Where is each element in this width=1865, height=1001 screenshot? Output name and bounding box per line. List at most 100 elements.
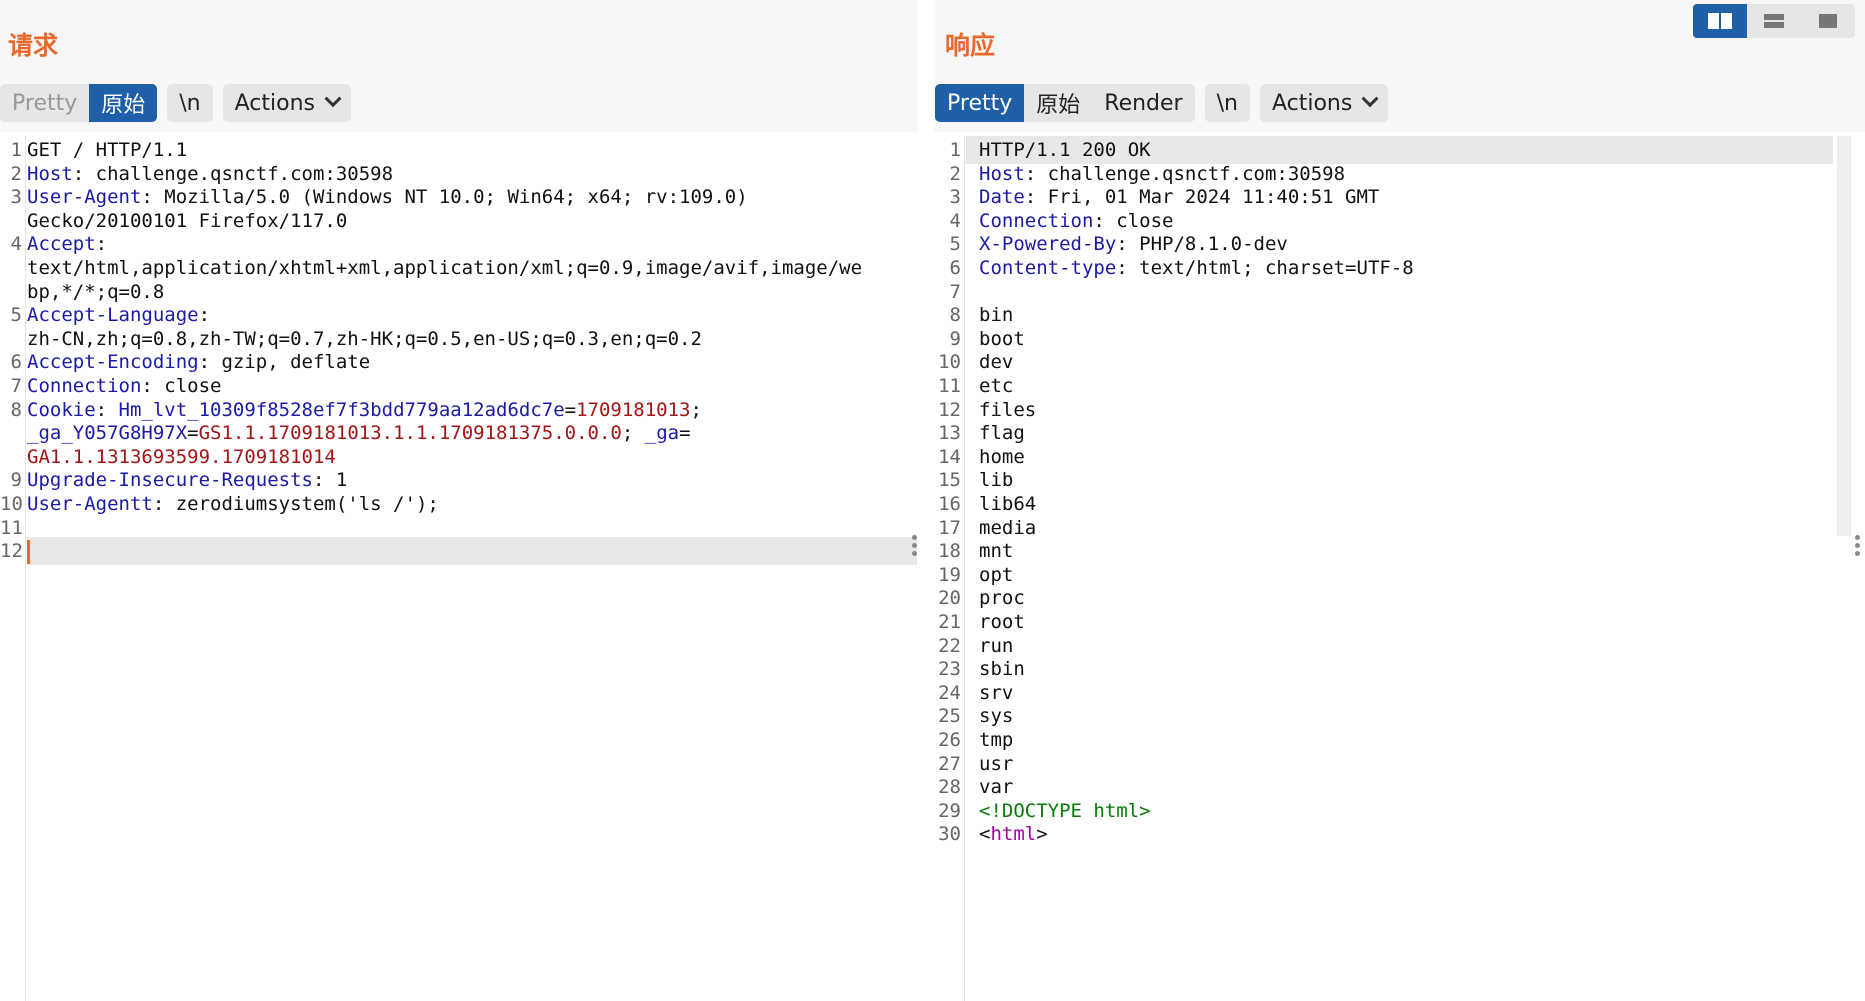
code-token: : gzip, deflate xyxy=(198,351,371,373)
split-vertical-icon xyxy=(1764,14,1784,28)
code-token: HTTP/1.1 200 OK xyxy=(979,139,1151,161)
code-token: flag xyxy=(979,422,1025,444)
code-token: ; xyxy=(621,422,645,444)
code-token: lib64 xyxy=(979,493,1037,515)
code-token: mnt xyxy=(979,540,1014,562)
code-token: : Mozilla/5.0 (Windows NT 10.0; Win64; x… xyxy=(141,186,748,208)
header-name: Accept-Encoding xyxy=(27,351,199,373)
response-actions-dropdown[interactable]: Actions xyxy=(1259,84,1389,122)
line-number: 30 xyxy=(938,823,961,845)
code-token: : challenge.qsnctf.com:30598 xyxy=(72,163,394,185)
response-newline-label: \n xyxy=(1216,90,1238,116)
response-resize-handle[interactable] xyxy=(1855,532,1861,559)
layout-split-vertical-button[interactable] xyxy=(1747,4,1801,38)
request-tab-raw[interactable]: 原始 xyxy=(89,84,158,122)
request-actions-label: Actions xyxy=(234,90,315,116)
code-token: Gecko/20100101 Firefox/117.0 xyxy=(27,210,348,232)
code-token: html xyxy=(990,823,1037,845)
code-token: usr xyxy=(979,753,1014,775)
text-cursor xyxy=(27,539,30,564)
response-scrollbar[interactable] xyxy=(1837,136,1851,536)
code-token: = xyxy=(679,422,691,444)
request-editor[interactable]: GET / HTTP/1.1 1 Host: challenge.qsnctf.co… xyxy=(0,136,917,1001)
code-token: text/html,application/xhtml+xml,applicat… xyxy=(27,257,863,279)
header-name: _ga xyxy=(644,422,680,444)
code-token: proc xyxy=(979,587,1025,609)
response-actions-label: Actions xyxy=(1271,90,1353,116)
code-token: lib xyxy=(979,469,1014,491)
request-actions-dropdown[interactable]: Actions xyxy=(222,84,351,122)
code-token: dev xyxy=(979,351,1014,373)
code-line: <html> xyxy=(966,820,1833,848)
code-token: zh-CN,zh;q=0.8,zh-TW;q=0.7,zh-HK;q=0.5,e… xyxy=(27,328,702,350)
code-token: bin xyxy=(979,304,1014,326)
response-newline-toggle[interactable]: \n xyxy=(1204,84,1250,122)
code-token: ; xyxy=(690,399,702,421)
header-name: Host xyxy=(979,163,1025,185)
response-editor[interactable]: HTTP/1.1 200 OK 1 Host: challenge.qsnctf.c… xyxy=(934,136,1833,1001)
response-tab-raw[interactable]: 原始 xyxy=(1024,84,1092,122)
code-token: : 1 xyxy=(312,469,348,491)
code-token: : close xyxy=(1093,210,1174,232)
response-pane: 响应 Pretty 原始 Render \n Actions HTTP/1.1 … xyxy=(934,0,1865,1001)
request-view-tabs: Pretty 原始 xyxy=(0,84,158,122)
code-token: : xyxy=(95,399,119,421)
response-actions-inner: Actions xyxy=(1260,84,1388,122)
code-token: : close xyxy=(141,375,222,397)
line-number: 3 xyxy=(10,186,22,208)
code-token: : zerodiumsystem('ls /'); xyxy=(152,493,439,515)
code-token: sys xyxy=(979,705,1014,727)
code-token: : text/html; charset=UTF-8 xyxy=(1116,257,1414,279)
header-name: Date xyxy=(979,186,1025,208)
line-number: 5 xyxy=(10,304,22,326)
request-newline-label: \n xyxy=(179,90,201,116)
header-name: Upgrade-Insecure-Requests xyxy=(27,469,313,491)
response-view-tabs: Pretty 原始 Render xyxy=(935,84,1195,122)
line-number: 12 xyxy=(0,540,23,562)
request-pane: 请求 Pretty 原始 \n Actions GET / HTTP/1.1 1 H… xyxy=(0,0,917,1001)
request-newline-toggle[interactable]: \n xyxy=(167,84,213,122)
header-name: Host xyxy=(27,163,73,185)
code-token: etc xyxy=(979,375,1014,397)
header-name: Connection xyxy=(979,210,1094,232)
code-token: root xyxy=(979,611,1025,633)
header-name: Accept-Language xyxy=(27,304,199,326)
pane-resize-handle[interactable] xyxy=(912,532,918,559)
header-name: Content-type xyxy=(979,257,1117,279)
code-token: run xyxy=(979,635,1014,657)
layout-split-horizontal-button[interactable] xyxy=(1693,4,1747,38)
response-title: 响应 xyxy=(945,31,996,60)
code-token: GA1.1.1313693599.1709181014 xyxy=(27,446,336,468)
header-name: Connection xyxy=(27,375,142,397)
header-name: User-Agent xyxy=(27,186,142,208)
code-token: <!DOCTYPE html> xyxy=(979,800,1151,822)
code-token: boot xyxy=(979,328,1025,350)
request-tab-pretty[interactable]: Pretty xyxy=(0,84,89,122)
split-horizontal-icon xyxy=(1708,13,1732,29)
layout-single-pane-button[interactable] xyxy=(1801,4,1855,38)
chevron-down-icon xyxy=(1361,90,1379,108)
request-toolbar: Pretty 原始 \n Actions xyxy=(0,84,361,122)
response-toolbar: Pretty 原始 Render \n Actions xyxy=(935,84,1398,122)
response-tab-pretty[interactable]: Pretty xyxy=(935,84,1025,122)
code-token: > xyxy=(1036,823,1048,845)
code-token: sbin xyxy=(979,658,1025,680)
code-token: 1709181013 xyxy=(576,399,691,421)
code-token: = xyxy=(564,399,577,421)
code-token: = xyxy=(187,422,199,444)
code-token: : Fri, 01 Mar 2024 11:40:51 GMT xyxy=(1024,186,1380,208)
code-token: srv xyxy=(979,682,1014,704)
header-name: _ga_Y057G8H97X xyxy=(27,422,188,444)
chevron-down-icon xyxy=(324,90,342,108)
response-tab-render[interactable]: Render xyxy=(1092,84,1194,122)
code-token: : PHP/8.1.0-dev xyxy=(1116,233,1288,255)
layout-switch xyxy=(1693,4,1855,38)
request-gutter xyxy=(0,136,26,1001)
code-token: : challenge.qsnctf.com:30598 xyxy=(1024,163,1346,185)
code-token: opt xyxy=(979,564,1014,586)
code-token: < xyxy=(979,823,991,845)
single-pane-icon xyxy=(1819,14,1837,28)
code-token: : xyxy=(198,304,211,326)
code-token: tmp xyxy=(979,729,1014,751)
code-token: bp,*/*;q=0.8 xyxy=(27,281,165,303)
